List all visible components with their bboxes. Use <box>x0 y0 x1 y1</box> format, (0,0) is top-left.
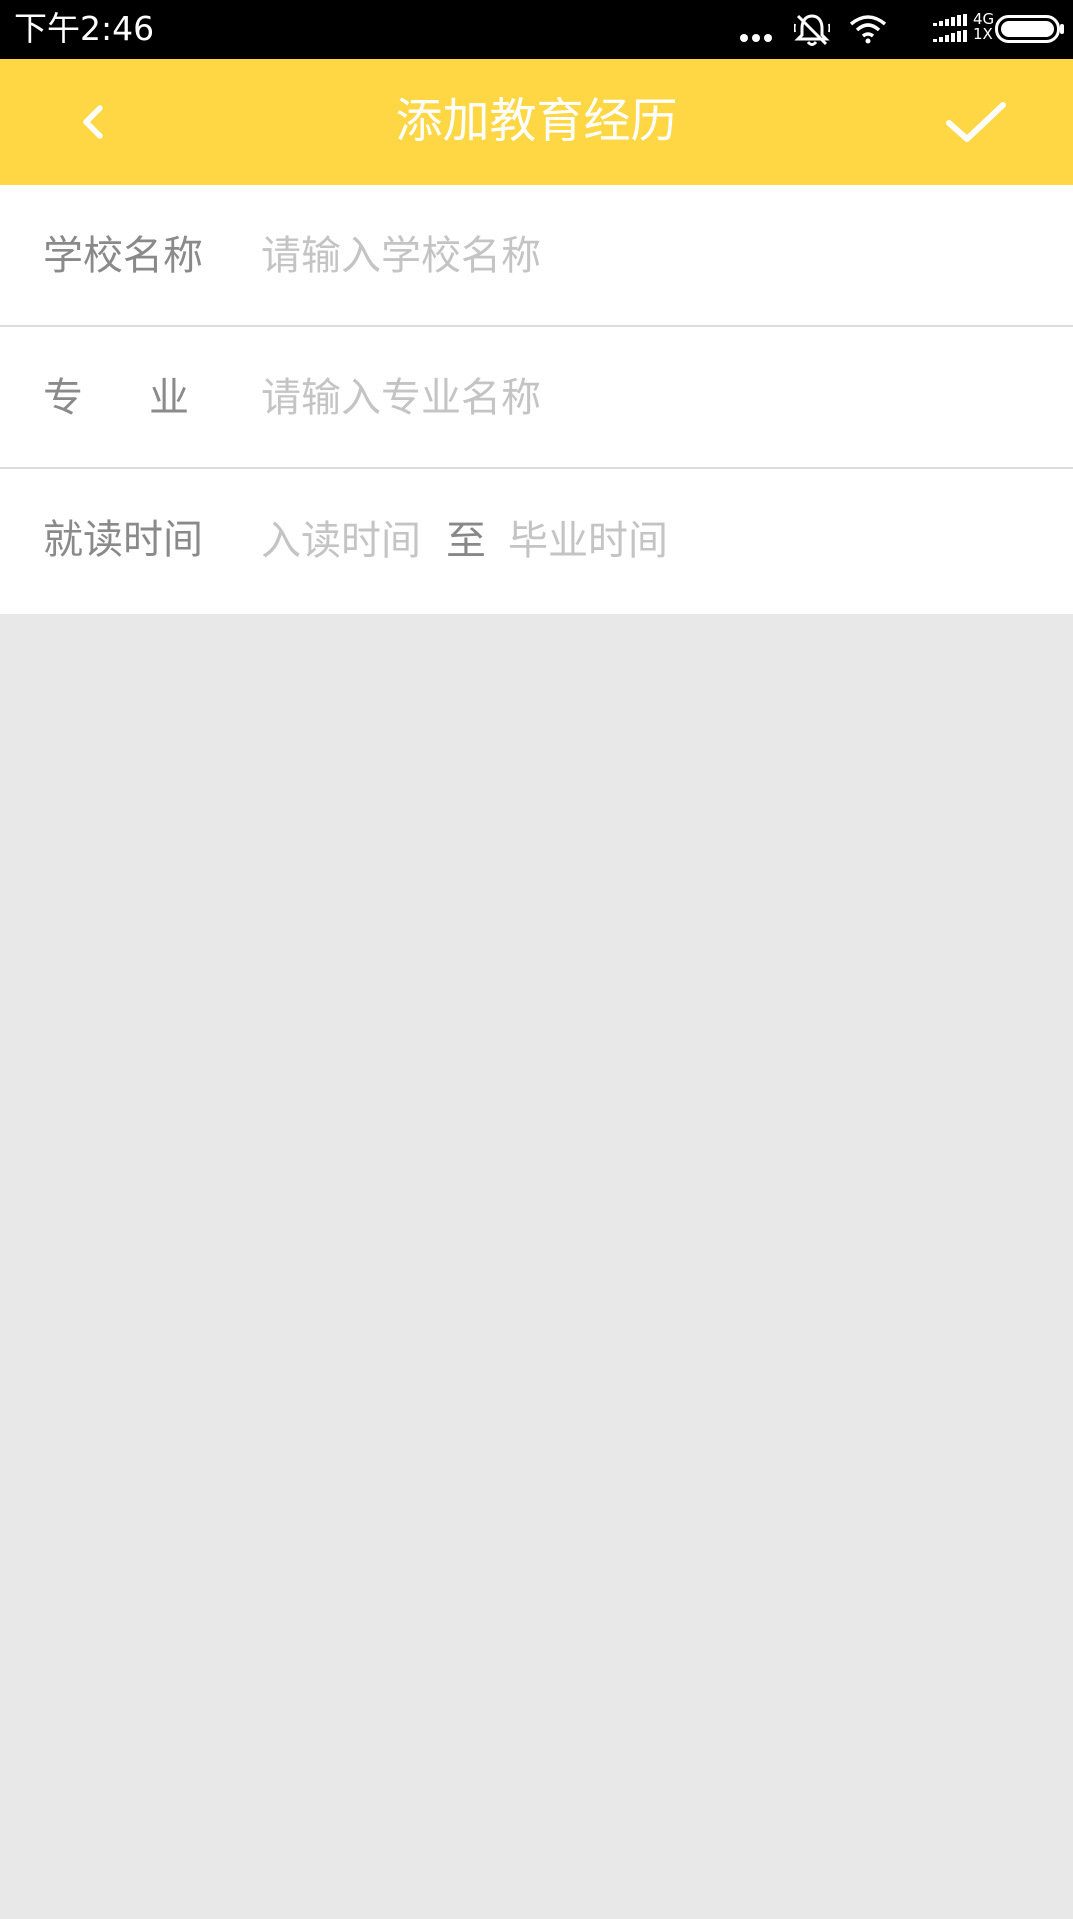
back-button[interactable] <box>70 92 130 152</box>
signal-icon <box>933 14 967 42</box>
start-date-picker[interactable]: 入读时间 <box>261 469 421 614</box>
major-label: 专业 <box>43 375 189 421</box>
education-form: 学校名称 专业 就读时间 入读时间 至 毕业时间 <box>0 185 1073 614</box>
major-name-input[interactable] <box>261 363 1021 433</box>
wifi-icon <box>849 15 887 44</box>
empty-content-area <box>0 614 1073 1919</box>
screen: 下午2:46 4G 1X 添加教育经历 学校名称 请输入学校名称 专 业 请输入… <box>0 0 1073 1919</box>
checkmark-icon <box>946 102 1006 142</box>
date-separator: 至 <box>446 518 486 564</box>
silent-bell-icon <box>794 14 830 46</box>
end-date-picker[interactable]: 毕业时间 <box>508 469 668 614</box>
period-row: 就读时间 入读时间 至 毕业时间 <box>0 469 1073 614</box>
period-label: 就读时间 <box>43 517 203 563</box>
page-title: 添加教育经历 <box>395 94 678 149</box>
battery-icon <box>995 15 1064 43</box>
confirm-button[interactable] <box>941 89 1011 155</box>
chevron-left-icon <box>83 105 103 139</box>
app-bar: 添加教育经历 <box>0 59 1073 185</box>
school-name-input[interactable] <box>261 221 1021 291</box>
status-bar: 下午2:46 4G 1X <box>0 0 1073 59</box>
school-label: 学校名称 <box>43 233 203 279</box>
status-time: 下午2:46 <box>14 9 155 48</box>
major-row: 专业 <box>0 327 1073 469</box>
more-dots-icon <box>740 34 772 42</box>
school-row: 学校名称 <box>0 185 1073 327</box>
